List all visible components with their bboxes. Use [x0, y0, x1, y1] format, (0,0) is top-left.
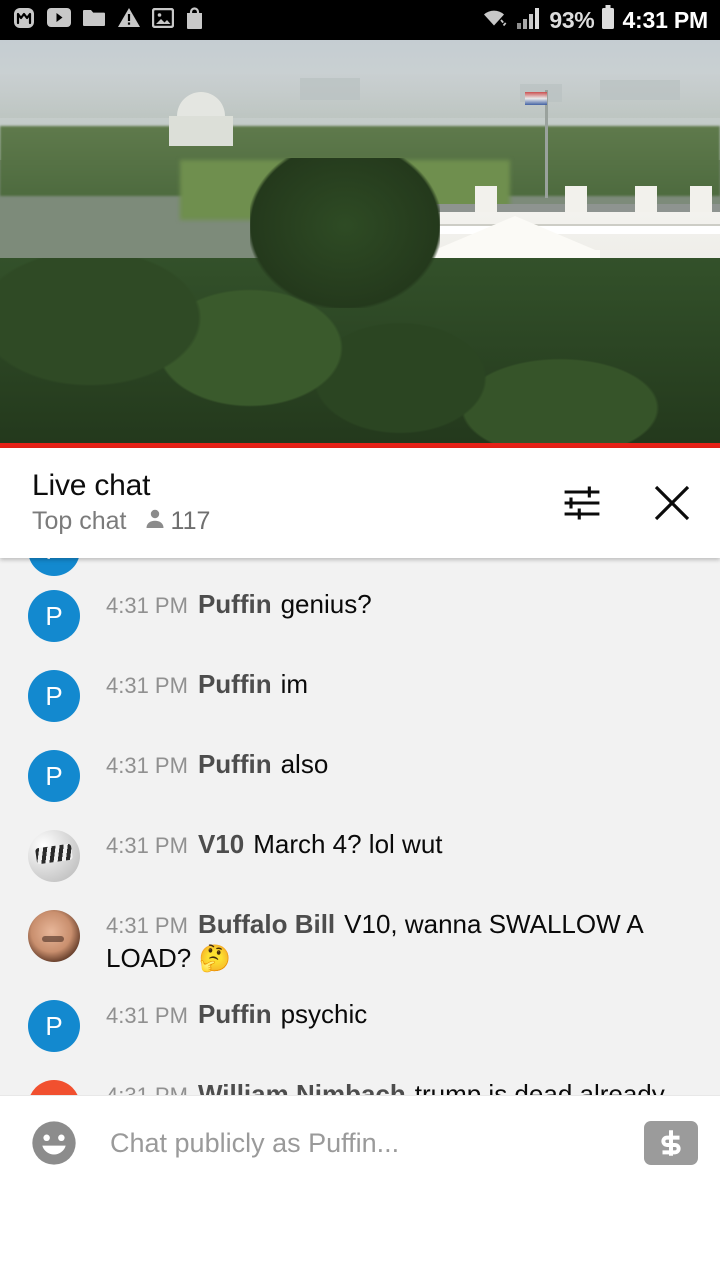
chat-message-body: 4:31 PM Puffin genius?: [80, 588, 700, 622]
chat-message-row[interactable]: P: [0, 558, 720, 576]
avatar[interactable]: P: [28, 590, 80, 642]
message-text: genius?: [280, 589, 372, 619]
message-timestamp: 4:31 PM: [106, 1083, 188, 1095]
message-timestamp: 4:31 PM: [106, 1003, 188, 1028]
chat-message-body: 4:31 PM Puffin psychic: [80, 998, 700, 1032]
message-author[interactable]: Puffin: [198, 669, 272, 699]
american-flag: [525, 92, 547, 105]
avatar-initial: P: [45, 600, 63, 631]
city-building: [600, 80, 680, 100]
avatar[interactable]: P: [28, 1000, 80, 1052]
chat-message-row[interactable]: P 4:31 PM Puffin im: [0, 656, 720, 736]
emoji-smiley-icon[interactable]: [28, 1117, 80, 1169]
chat-input[interactable]: [80, 1127, 644, 1159]
message-author[interactable]: V10: [198, 829, 244, 859]
message-text: im: [280, 669, 309, 699]
live-chat-title: Live chat: [32, 468, 151, 502]
chat-message-body: 4:31 PM Puffin im: [80, 668, 700, 702]
chat-message-list[interactable]: P P 4:31 PM Puffin genius? P 4:31 PM Puffin…: [0, 558, 720, 1095]
shopping-bag-icon: [185, 6, 204, 34]
chat-message-row[interactable]: 4:31 PM Buffalo Bill V10, wanna SWALLOW A …: [0, 896, 720, 986]
warning-triangle-icon: [117, 7, 141, 33]
message-text: March 4? lol wut: [253, 829, 443, 859]
wifi-icon: [481, 6, 509, 35]
chat-message-row[interactable]: P 4:31 PM Puffin psychic: [0, 986, 720, 1066]
person-icon: [143, 507, 167, 536]
chat-message-body: 4:31 PMWilliam Nimbachtrump is dead alre…: [80, 1078, 700, 1095]
live-chat-header-actions: [560, 479, 696, 527]
message-author[interactable]: Buffalo Bill: [198, 909, 335, 939]
avatar-initial: P: [45, 680, 63, 711]
close-x-icon[interactable]: [648, 479, 696, 527]
city-building: [300, 78, 360, 100]
status-bar-notification-icons: [12, 6, 204, 35]
avatar[interactable]: [28, 830, 80, 882]
status-bar: 93% 4:31 PM: [0, 0, 720, 40]
tune-sliders-icon[interactable]: [560, 481, 604, 525]
message-author[interactable]: Puffin: [198, 589, 272, 619]
chat-input-bar: [0, 1095, 720, 1190]
battery-icon: [601, 5, 615, 35]
dollar-sign-icon[interactable]: [644, 1121, 698, 1165]
avatar[interactable]: P: [28, 750, 80, 802]
youtube-play-icon: [47, 8, 71, 32]
message-timestamp: 4:31 PM: [106, 593, 188, 618]
avatar-initial: P: [45, 1010, 63, 1041]
message-timestamp: 4:31 PM: [106, 913, 188, 938]
viewer-count-group: 117: [143, 506, 211, 536]
battery-percentage: 93%: [549, 6, 595, 33]
avatar[interactable]: [28, 910, 80, 962]
video-player[interactable]: [0, 40, 720, 448]
chat-mode-selector[interactable]: Top chat: [32, 508, 127, 534]
phone-screen: 93% 4:31 PM Live chat Top chat 117 P 4:3…: [0, 0, 720, 1280]
avatar[interactable]: W: [28, 1080, 80, 1095]
folder-icon: [82, 8, 106, 32]
viewer-count: 117: [170, 506, 211, 535]
image-icon: [151, 7, 175, 33]
message-text: psychic: [280, 999, 368, 1029]
cellular-signal-icon: [516, 6, 542, 35]
status-bar-system-icons: 93% 4:31 PM: [481, 5, 708, 35]
chat-message-row[interactable]: 4:31 PM V10 March 4? lol wut: [0, 816, 720, 896]
status-bar-clock: 4:31 PM: [622, 6, 708, 33]
message-timestamp: 4:31 PM: [106, 753, 188, 778]
chat-message-body: 4:31 PM Puffin also: [80, 748, 700, 782]
chat-message-row[interactable]: P 4:31 PM Puffin genius?: [0, 576, 720, 656]
live-chat-subheader: Top chat 117: [32, 507, 210, 536]
avatar[interactable]: P: [28, 558, 80, 576]
avatar-initial: P: [45, 558, 62, 566]
chat-message-row[interactable]: P 4:31 PM Puffin also: [0, 736, 720, 816]
message-text: also: [280, 749, 329, 779]
message-timestamp: 4:31 PM: [106, 673, 188, 698]
chat-message-body: 4:31 PM V10 March 4? lol wut: [80, 828, 700, 862]
message-timestamp: 4:31 PM: [106, 833, 188, 858]
avatar[interactable]: P: [28, 670, 80, 722]
avatar-initial: P: [45, 760, 63, 791]
live-chat-header: Live chat Top chat 117: [0, 448, 720, 558]
large-foreground-tree: [250, 158, 440, 308]
jefferson-memorial: [165, 92, 237, 147]
chat-message-row[interactable]: W 4:31 PMWilliam Nimbachtrump is dead al…: [0, 1066, 720, 1095]
message-author[interactable]: Puffin: [198, 999, 272, 1029]
monzo-m-icon: [12, 6, 36, 35]
live-chat-header-texts: Live chat Top chat 117: [32, 468, 210, 536]
chat-message-body: 4:31 PM Buffalo Bill V10, wanna SWALLOW A …: [80, 908, 700, 974]
message-author[interactable]: Puffin: [198, 749, 272, 779]
message-author[interactable]: William Nimbach: [198, 1079, 406, 1095]
